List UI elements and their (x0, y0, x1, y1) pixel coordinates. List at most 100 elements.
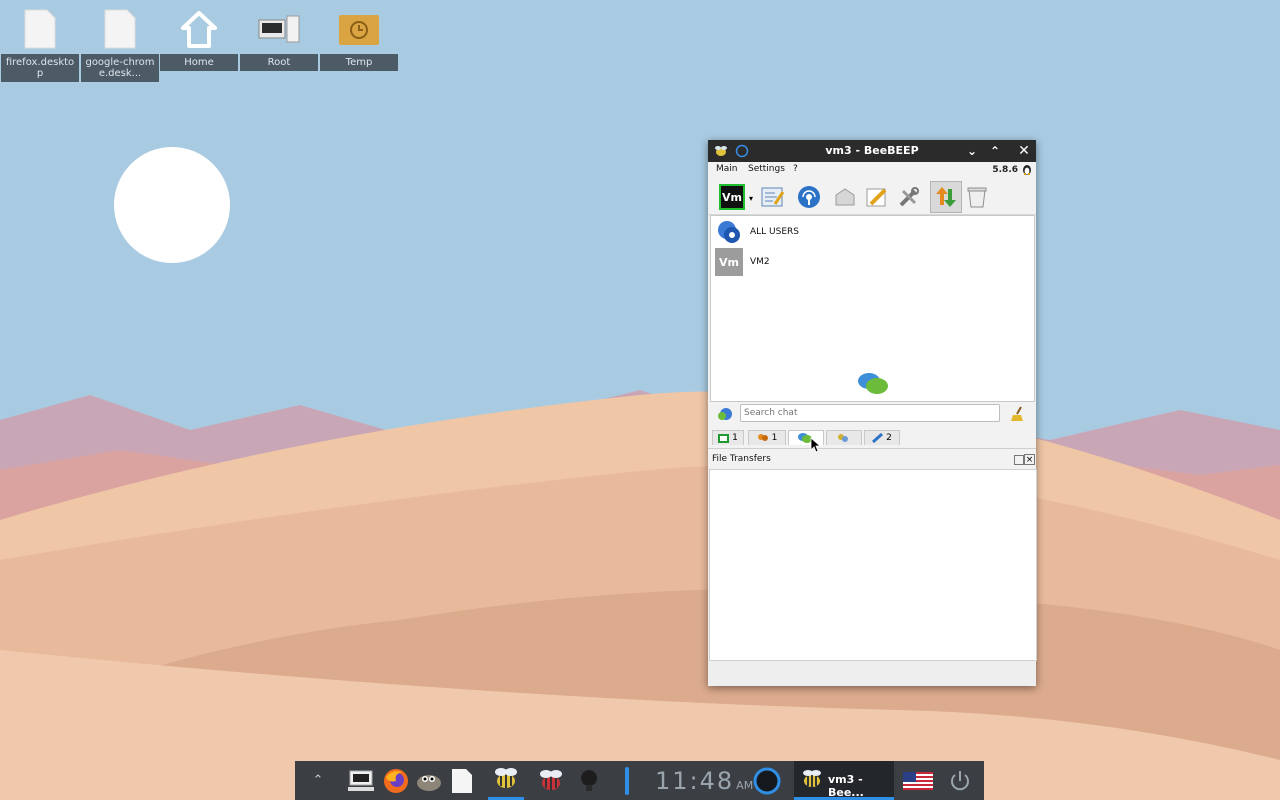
user-row-all-users[interactable]: ALL USERS (715, 218, 1015, 246)
clock-time: 11:48 (655, 767, 735, 795)
desktop-icon-label: Temp (320, 54, 398, 71)
tools-icon (899, 187, 919, 207)
user-row-vm2[interactable]: Vm VM2 (715, 248, 1015, 276)
version-label: 5.8.6 (992, 165, 1018, 175)
close-panel-icon[interactable]: × (1024, 454, 1035, 465)
messages-icon (872, 433, 884, 443)
task-beebeep-2[interactable] (533, 761, 569, 800)
launcher-firefox[interactable] (379, 761, 413, 800)
desktop-icon-home[interactable]: Home (160, 6, 238, 86)
float-panel-icon[interactable] (1014, 455, 1024, 465)
chevron-down-icon[interactable]: ⌄ (964, 143, 980, 159)
desktop-icon-temp[interactable]: Temp (320, 6, 398, 86)
tab-groups[interactable]: 1 (748, 430, 786, 445)
status-dropdown-icon[interactable]: ▾ (749, 194, 753, 203)
home-icon (160, 6, 238, 52)
tab-count: 2 (886, 433, 892, 443)
gimp-icon (417, 774, 441, 791)
desktop-icon-firefox[interactable]: firefox.desktop (1, 6, 79, 86)
task-lightbulb[interactable] (575, 761, 603, 800)
desktop-icon-label: google-chrome.desk... (81, 54, 159, 82)
envelope-icon (835, 188, 855, 206)
tab-count: 1 (771, 433, 778, 443)
us-flag-icon (903, 771, 933, 790)
close-icon[interactable]: ✕ (1016, 143, 1032, 159)
taskbar-clock[interactable]: 11:48 AM (655, 767, 753, 795)
pencil-note-icon (866, 188, 887, 207)
desktop-icon-root[interactable]: Root (240, 6, 318, 86)
trash-icon (967, 187, 987, 208)
lightbulb-icon (581, 769, 597, 791)
tab-messages[interactable]: 2 (864, 430, 900, 445)
plugins-button[interactable] (896, 184, 922, 210)
desktop-icon-chrome[interactable]: google-chrome.desk... (81, 6, 159, 86)
launcher-terminal[interactable] (345, 761, 377, 800)
mouse-cursor-icon (810, 437, 822, 453)
avatar: Vm (719, 184, 745, 210)
menu-bar: Main Settings ? 5.8.6 (708, 162, 1036, 178)
menu-help[interactable]: ? (793, 164, 798, 174)
send-file-button[interactable] (832, 184, 858, 210)
menu-main[interactable]: Main (716, 164, 738, 174)
chat-group-icon[interactable] (716, 406, 734, 422)
bee-icon (803, 770, 821, 787)
user-list-icon (718, 433, 730, 443)
task-beebeep-1[interactable] (488, 761, 524, 800)
all-users-icon (718, 221, 740, 243)
tab-shares[interactable] (826, 430, 862, 445)
broom-clear-icon[interactable] (1010, 406, 1026, 422)
keyboard-layout-button[interactable] (901, 761, 935, 800)
network-button[interactable] (796, 184, 822, 210)
profile-card-icon (761, 187, 785, 207)
shares-icon (837, 434, 848, 442)
tab-users[interactable]: 1 (712, 430, 744, 445)
status-bar (708, 661, 1036, 686)
broadcast-icon (798, 186, 820, 208)
task-label: vm3 - Bee... (828, 773, 864, 799)
terminal-icon (348, 770, 374, 791)
write-message-button[interactable] (864, 184, 890, 210)
file-icon (1, 6, 79, 52)
avatar: Vm (715, 248, 743, 276)
desktop-icon-label: Home (160, 54, 238, 71)
transfer-arrows-icon (936, 187, 956, 207)
launcher-text-editor[interactable] (447, 761, 477, 800)
beebeep-window: vm3 - BeeBEEP ⌄ ⌃ ✕ Main Settings ? 5.8.… (708, 140, 1037, 686)
power-button[interactable] (945, 761, 975, 800)
power-icon (951, 770, 969, 790)
chevron-up-icon[interactable]: ⌃ (307, 761, 329, 800)
user-list: ALL USERS Vm VM2 (710, 215, 1035, 402)
file-icon (81, 6, 159, 52)
edit-profile-button[interactable] (760, 184, 786, 210)
user-name: VM2 (750, 257, 770, 267)
desktop-icon-label: firefox.desktop (1, 54, 79, 82)
temperature-indicator[interactable] (619, 761, 635, 800)
chevron-up-icon[interactable]: ⌃ (987, 143, 1003, 159)
search-chat-input[interactable] (740, 404, 1000, 422)
firefox-icon (384, 768, 408, 793)
chat-bubbles-icon (858, 373, 888, 394)
desktop-icon-label: Root (240, 54, 318, 71)
task-vm3-beebeep[interactable]: vm3 - Bee... (794, 761, 894, 800)
taskbar: ⌃ 11:48 AM vm3 - Bee... (295, 761, 984, 800)
user-name: ALL USERS (750, 227, 799, 237)
desktop-wallpaper (0, 0, 1280, 800)
file-transfers-header: File Transfers × (708, 452, 1036, 468)
file-transfers-button[interactable] (930, 181, 962, 213)
bee-icon (495, 768, 517, 788)
linux-penguin-icon (1022, 163, 1032, 178)
window-titlebar[interactable]: vm3 - BeeBEEP ⌄ ⌃ ✕ (708, 140, 1036, 162)
red-bee-icon (540, 769, 562, 790)
toolbar: Vm ▾ (708, 178, 1036, 215)
trash-button[interactable] (964, 184, 990, 210)
launcher-gimp[interactable] (413, 761, 445, 800)
thermometer-icon (625, 766, 629, 795)
my-avatar-button[interactable]: Vm (719, 184, 745, 210)
search-row (708, 402, 1036, 428)
file-transfers-panel (709, 469, 1037, 661)
groups-icon (757, 434, 768, 441)
tab-count: 1 (732, 433, 738, 443)
status-circle-button[interactable] (751, 761, 783, 800)
folder-icon (320, 6, 398, 52)
menu-settings[interactable]: Settings (748, 164, 785, 174)
